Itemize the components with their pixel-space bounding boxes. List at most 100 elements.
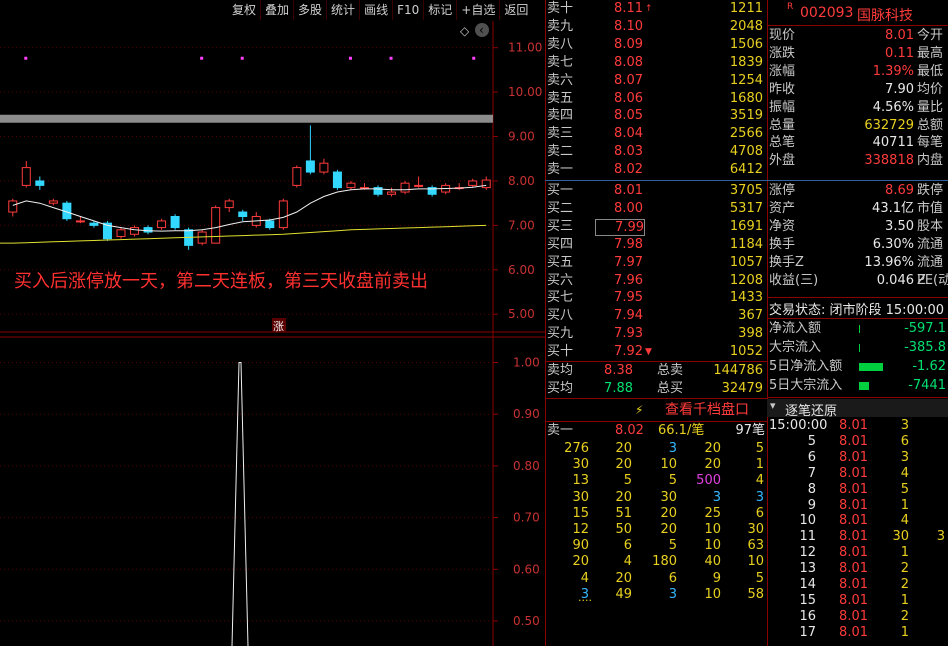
depth-cell: 20 bbox=[704, 457, 721, 473]
orderbook-row[interactable]: 卖三 8.04 2566 bbox=[545, 125, 767, 143]
quote-row: 涨跌 0.11 最高 bbox=[767, 45, 948, 63]
level-volume: 1506 bbox=[729, 36, 763, 52]
toolbar-button[interactable]: 复权 bbox=[228, 0, 260, 20]
orderbook-row[interactable]: 买三 7.99 1691 bbox=[545, 218, 767, 236]
quote-value: 43.1亿 bbox=[872, 200, 914, 216]
quote-value: 0.11 bbox=[885, 45, 914, 61]
avg-price: 7.88 bbox=[604, 381, 633, 396]
orderbook-row[interactable]: 买八 7.94 367 bbox=[545, 307, 767, 325]
quote-value: 7.90 bbox=[885, 81, 914, 97]
orderbook-row[interactable]: 卖四 8.05 3519 bbox=[545, 107, 767, 125]
quote-label: 最高 bbox=[917, 45, 944, 61]
quote-label: 外盘 bbox=[769, 153, 796, 169]
quote-label: 跌停 bbox=[917, 183, 944, 198]
orderbook-row[interactable]: 卖十 8.11 ↑ 1211 bbox=[545, 0, 767, 18]
depth-cell: 10 bbox=[747, 554, 764, 570]
tick-row: 17 8.01 1 bbox=[767, 625, 948, 641]
tick-row: 12 8.01 1 bbox=[767, 545, 948, 561]
diamond-icon[interactable]: ◇ bbox=[460, 24, 470, 38]
flow-label: 5日净流入额 bbox=[769, 359, 843, 374]
depth-cell: 10 bbox=[704, 586, 721, 602]
candlestick bbox=[454, 183, 464, 190]
toolbar-button[interactable]: 标记 bbox=[423, 0, 456, 20]
orderbook-row[interactable]: 买五 7.97 1057 bbox=[545, 254, 767, 272]
level-label: 买十 bbox=[547, 344, 574, 360]
kline-chart-svg[interactable]: 11.00 10.00 9.00 8.00 7.00 6.00 5.00 ◇ ‹ 涨 1.00 0.9… bbox=[0, 21, 545, 646]
depth-cell: 5 bbox=[755, 570, 764, 586]
candlestick bbox=[102, 220, 112, 241]
quote-label: 市值 bbox=[917, 200, 944, 216]
ma-short-line bbox=[12, 184, 487, 232]
indicator-tick-label: 0.50 bbox=[513, 614, 540, 628]
depth-button[interactable]: ⚡ 查看千档盘口 bbox=[545, 400, 767, 420]
indicator-tick-label: 0.70 bbox=[513, 511, 540, 525]
orderbook-row[interactable]: 买九 7.93 398 bbox=[545, 325, 767, 343]
depth-count: 97笔 bbox=[735, 423, 765, 438]
candlestick bbox=[197, 229, 207, 246]
tick-cell: 14 bbox=[799, 577, 816, 592]
orderbook-row[interactable]: 卖五 8.06 1680 bbox=[545, 90, 767, 108]
orderbook-row[interactable]: 买七 7.95 1433 bbox=[545, 289, 767, 307]
level-price: 7.98 bbox=[614, 236, 643, 252]
orderbook-row[interactable]: 卖六 8.07 1254 bbox=[545, 72, 767, 90]
tick-cell: 8.01 bbox=[839, 433, 868, 449]
level-volume: 3705 bbox=[729, 183, 763, 198]
orderbook-row[interactable]: 卖二 8.03 4708 bbox=[545, 143, 767, 161]
quote-label: 净资 bbox=[769, 218, 796, 234]
depth-cell: 500 bbox=[696, 473, 721, 489]
depth-cell: 5 bbox=[755, 441, 764, 456]
level-label: 卖六 bbox=[547, 72, 574, 88]
level-label: 买七 bbox=[547, 290, 574, 306]
avg-label: 卖均 bbox=[547, 363, 574, 378]
signal-marker bbox=[348, 56, 352, 60]
collapse-icon[interactable]: ▾ bbox=[770, 399, 776, 412]
level-label: 买四 bbox=[547, 236, 574, 252]
orderbook-row[interactable]: 买六 7.96 1208 bbox=[545, 272, 767, 290]
order-book: 卖十 8.11 ↑ 1211 卖九 8.10 2048 卖八 8.09 1506 卖七 8.08 183… bbox=[545, 0, 767, 646]
tick-cell: 8.01 bbox=[839, 529, 868, 545]
depth-ellipsis: .... bbox=[578, 591, 592, 604]
level-price: 8.10 bbox=[614, 18, 643, 34]
level-label: 卖三 bbox=[547, 126, 574, 142]
toolbar-button[interactable]: 叠加 bbox=[260, 0, 293, 20]
orderbook-row[interactable]: 买二 8.00 5317 bbox=[545, 200, 767, 218]
orderbook-row[interactable]: 买一 8.01 3705 bbox=[545, 182, 767, 200]
level-price: 8.03 bbox=[614, 144, 643, 160]
toolbar-button[interactable]: +自选 bbox=[456, 0, 499, 20]
depth-cell: 10 bbox=[704, 522, 721, 537]
scroll-left-icon[interactable]: ‹ bbox=[475, 23, 489, 37]
ticks-header[interactable]: ▾ 逐笔还原 bbox=[767, 399, 948, 419]
candlestick bbox=[224, 198, 234, 213]
toolbar-button[interactable]: 多股 bbox=[293, 0, 326, 20]
tick-cell: 8.01 bbox=[839, 449, 868, 465]
level-volume: 1680 bbox=[729, 90, 763, 106]
orderbook-row[interactable]: 卖八 8.09 1506 bbox=[545, 36, 767, 54]
level-label: 买八 bbox=[547, 308, 574, 324]
tick-cell: 6 bbox=[807, 449, 816, 465]
level-price: 7.95 bbox=[614, 290, 643, 306]
orderbook-row[interactable]: 卖一 8.02 6412 bbox=[545, 161, 767, 179]
tick-cell: 1 bbox=[900, 497, 909, 513]
flow-bar bbox=[859, 382, 869, 390]
flow-value: -385.8 bbox=[904, 340, 946, 355]
level-price: 7.92 bbox=[614, 344, 643, 360]
average-row: 买均 7.88 总买 32479 bbox=[545, 380, 767, 398]
toolbar-button[interactable]: 返回 bbox=[499, 0, 532, 20]
depth-cell: 20 bbox=[615, 489, 632, 505]
toolbar-button[interactable]: 画线 bbox=[359, 0, 392, 20]
divider bbox=[767, 180, 948, 181]
tick-cell: 2 bbox=[900, 608, 909, 624]
orderbook-row[interactable]: 卖九 8.10 2048 bbox=[545, 18, 767, 36]
orderbook-row[interactable]: 卖七 8.08 1839 bbox=[545, 54, 767, 72]
toolbar-button[interactable]: F10 bbox=[392, 0, 423, 20]
kline-chart-area[interactable]: 11.00 10.00 9.00 8.00 7.00 6.00 5.00 ◇ ‹ 涨 1.00 0.9… bbox=[0, 21, 545, 646]
tick-cell: 10 bbox=[799, 513, 816, 529]
toolbar-button[interactable]: 统计 bbox=[326, 0, 359, 20]
orderbook-row[interactable]: 买四 7.98 1184 bbox=[545, 236, 767, 254]
depth-cell: 20 bbox=[660, 505, 677, 521]
orderbook-row[interactable]: 买十 7.92 ▼ 1052 bbox=[545, 343, 767, 361]
level-price: 8.04 bbox=[614, 126, 643, 142]
stock-header[interactable]: R 002093 国脉科技 bbox=[767, 2, 948, 24]
depth-cell: 3 bbox=[712, 489, 721, 505]
quote-row: 换手Z 13.96% 流通Z bbox=[767, 254, 948, 288]
